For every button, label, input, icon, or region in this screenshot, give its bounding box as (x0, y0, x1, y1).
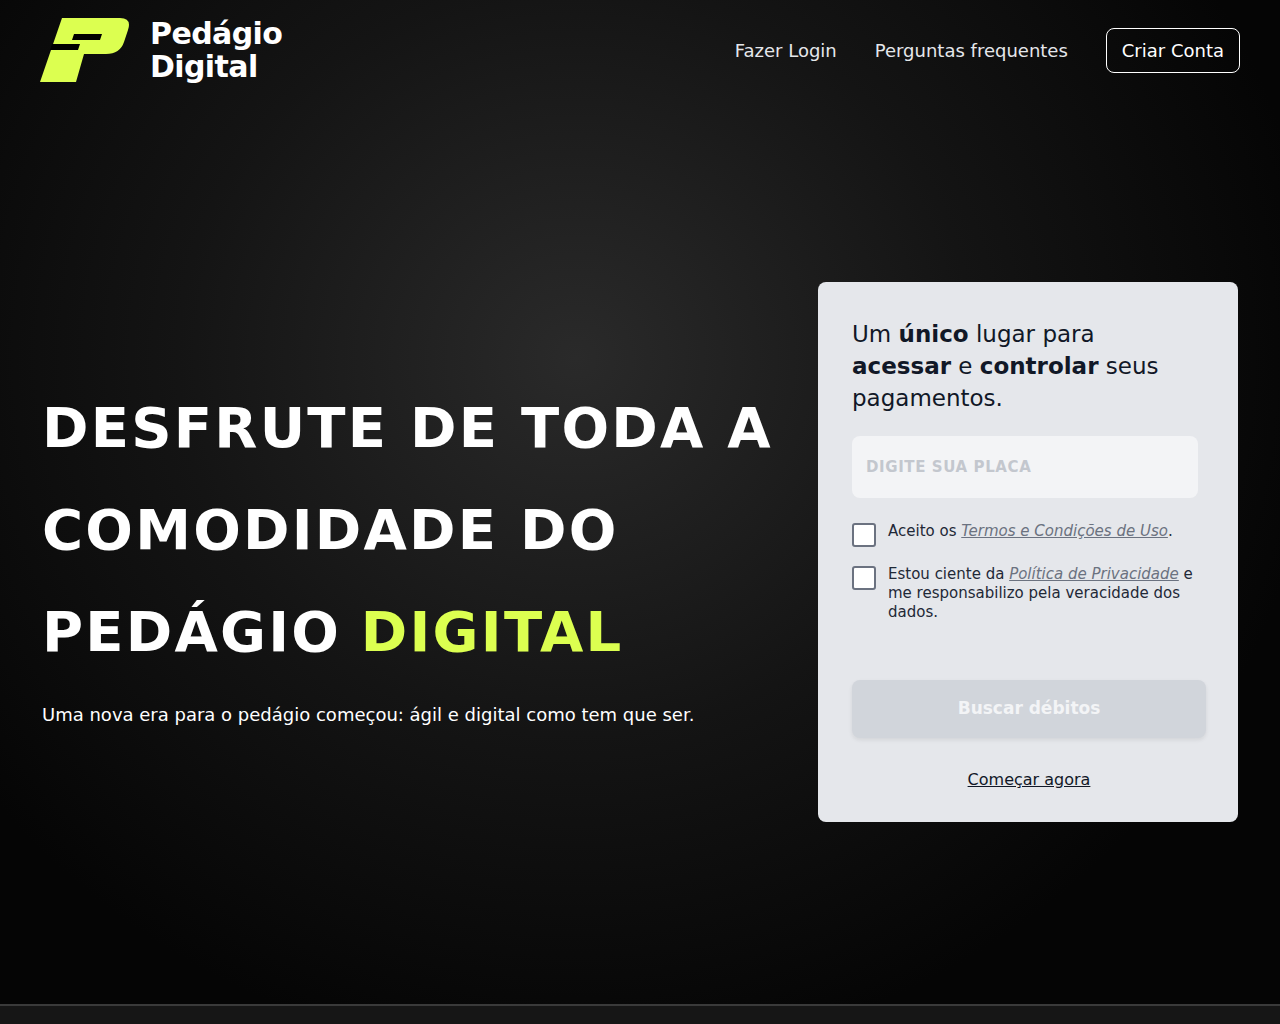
hero-subtitle: Uma nova era para o pedágio começou: ági… (42, 701, 773, 728)
logo-text-top: Pedágio (150, 17, 282, 50)
consent-text-1: Estou ciente da Política de Privacidade … (888, 565, 1196, 622)
logo[interactable]: PedágioDigital (40, 16, 282, 84)
checkbox[interactable] (852, 566, 876, 590)
create-account-button[interactable]: Criar Conta (1106, 28, 1240, 73)
policy-link[interactable]: Termos e Condições de Uso (961, 522, 1168, 540)
nav-link[interactable]: Perguntas frequentes (875, 37, 1068, 64)
nav: Fazer Login Perguntas frequentes Criar Con… (735, 28, 1240, 73)
hero-text: DESFRUTE DE TODA ACOMODIDADE DOPEDÁGIODI… (42, 377, 773, 728)
consent-text-0: Aceito os Termos e Condições de Uso. (888, 522, 1173, 541)
plate-input[interactable] (852, 436, 1198, 498)
consents: Aceito os Termos e Condições de Uso. Esto… (852, 522, 1206, 622)
consent-row: Estou ciente da Política de Privacidade … (852, 565, 1196, 622)
nav-link[interactable]: Fazer Login (735, 37, 837, 64)
search-card: Um único lugar para acessar e controlar … (818, 282, 1238, 822)
page: PedágioDigital Fazer Login Perguntas frequ… (0, 0, 1280, 1024)
consent-row: Aceito os Termos e Condições de Uso. (852, 522, 1196, 547)
logo-icon (40, 16, 130, 84)
checkbox[interactable] (852, 523, 876, 547)
logo-text-bottom: Digital (150, 50, 282, 83)
card-heading: Um único lugar para acessar e controlar … (852, 318, 1206, 414)
footer-strip (0, 1004, 1280, 1024)
search-debts-button[interactable]: Buscar débitos (852, 680, 1206, 738)
hero: DESFRUTE DE TODA ACOMODIDADE DOPEDÁGIODI… (0, 100, 1280, 1004)
hero-title: DESFRUTE DE TODA ACOMODIDADE DOPEDÁGIODI… (42, 377, 773, 683)
start-now-link[interactable]: Começar agora (968, 768, 1091, 792)
header: PedágioDigital Fazer Login Perguntas frequ… (0, 0, 1280, 100)
policy-link[interactable]: Política de Privacidade (1009, 565, 1179, 583)
